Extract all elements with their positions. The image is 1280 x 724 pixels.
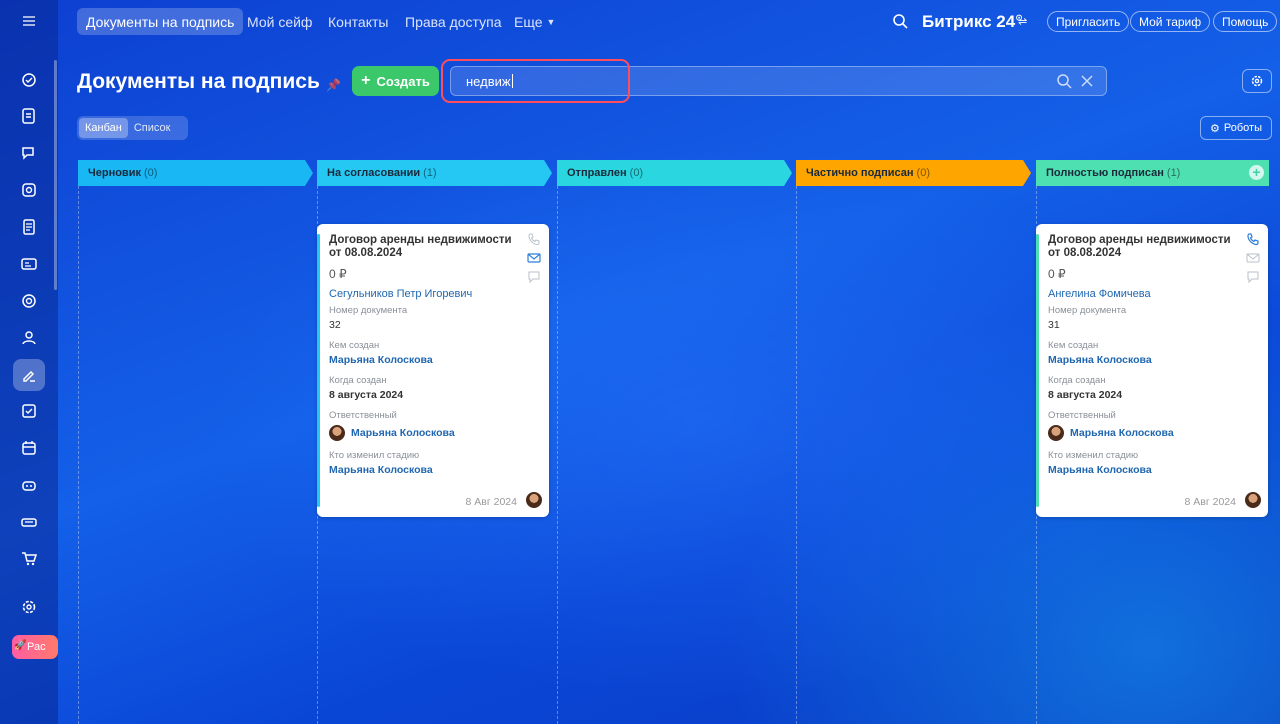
field-label: Кто изменил стадию [329,450,420,461]
created-when: 8 августа 2024 [1048,389,1123,401]
card-title[interactable]: Договор аренды недвижимости от 08.08.202… [329,234,525,260]
card-client-link[interactable]: Ангелина Фомичева [1048,288,1256,300]
column-count: (0) [629,167,644,179]
phone-icon[interactable] [1246,232,1260,246]
field-label: Кем создан [1048,340,1099,351]
column-count: (0) [143,167,158,179]
stage-changed-by-link[interactable]: Марьяна Колоскова [329,464,537,476]
card-stripe [1036,234,1039,507]
card-stripe [317,234,320,507]
card-title[interactable]: Договор аренды недвижимости от 08.08.202… [1048,234,1244,260]
column-divider [557,186,558,724]
comment-icon[interactable] [527,270,541,284]
field-label: Когда создан [1048,375,1106,386]
field-label: Когда создан [329,375,387,386]
column-header-partially-signed[interactable]: Частично подписан (0) [796,160,1024,186]
created-when: 8 августа 2024 [329,389,404,401]
column-header-draft[interactable]: Черновик (0) [78,160,306,186]
phone-icon[interactable] [527,232,541,246]
column-header-approval[interactable]: На согласовании (1) [317,160,545,186]
column-divider [78,186,79,724]
add-column-button[interactable]: + [1249,165,1264,180]
kanban-card[interactable]: Договор аренды недвижимости от 08.08.202… [1036,224,1268,517]
card-date: 8 Авг 2024 [1184,496,1236,508]
comment-icon[interactable] [1246,270,1260,284]
column-title: На согласовании [327,167,421,179]
kanban-card[interactable]: Договор аренды недвижимости от 08.08.202… [317,224,549,517]
field-label: Номер документа [329,305,408,316]
column-title: Полностью подписан [1046,167,1164,179]
column-count: (1) [423,167,437,179]
doc-number: 31 [1048,319,1060,331]
responsible-link[interactable]: Марьяна Колоскова [351,427,455,439]
doc-number: 32 [329,319,341,331]
field-label: Кем создан [329,340,380,351]
stage-changed-by-link[interactable]: Марьяна Колоскова [1048,464,1256,476]
field-label: Кто изменил стадию [1048,450,1139,461]
column-divider [796,186,797,724]
responsible-link[interactable]: Марьяна Колоскова [1070,427,1174,439]
column-title: Черновик [88,167,141,179]
column-header-sent[interactable]: Отправлен (0) [557,160,785,186]
field-label: Ответственный [329,410,397,421]
card-price: 0 ₽ [329,267,347,281]
column-header-fully-signed[interactable]: Полностью подписан (1) [1036,160,1246,186]
avatar[interactable] [329,425,345,441]
field-label: Номер документа [1048,305,1127,316]
created-by-link[interactable]: Марьяна Колоскова [329,354,537,366]
avatar[interactable] [1048,425,1064,441]
mail-icon[interactable] [527,251,541,265]
column-count: (0) [916,167,930,179]
avatar[interactable] [1245,492,1261,508]
column-count: (1) [1166,167,1181,179]
card-client-link[interactable]: Сегульников Петр Игоревич [329,288,537,300]
column-title: Частично подписан [806,167,914,179]
card-date: 8 Авг 2024 [465,496,517,508]
avatar[interactable] [526,492,542,508]
mail-icon[interactable] [1246,251,1260,265]
field-label: Ответственный [1048,410,1116,421]
column-title: Отправлен [567,167,627,179]
created-by-link[interactable]: Марьяна Колоскова [1048,354,1256,366]
card-price: 0 ₽ [1048,267,1066,281]
